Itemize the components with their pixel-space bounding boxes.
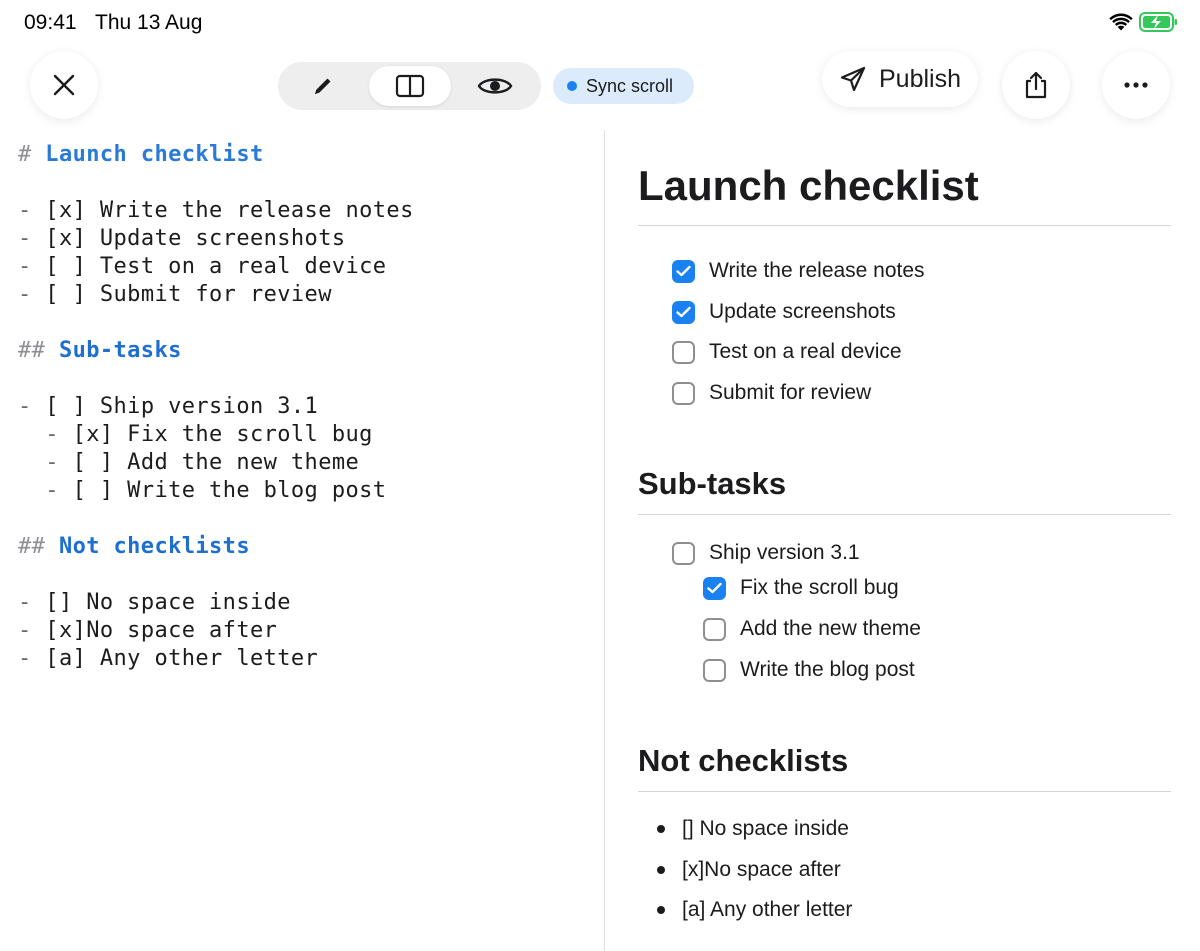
preview-heading-2: Sub-tasks (638, 466, 787, 501)
task-label: Write the release notes (709, 259, 925, 282)
checkbox-unchecked[interactable] (703, 617, 726, 641)
checkmark-icon (676, 306, 691, 318)
task-label: Write the blog post (740, 658, 915, 681)
task-item[interactable]: Write the blog post (703, 658, 915, 682)
task-item[interactable]: Add the new theme (703, 617, 921, 641)
more-button[interactable] (1102, 51, 1170, 119)
share-icon (1025, 71, 1047, 99)
close-button[interactable] (30, 51, 98, 119)
sync-status-dot (567, 81, 577, 91)
checkbox-checked[interactable] (672, 259, 695, 283)
checkbox-unchecked[interactable] (672, 541, 695, 565)
checkmark-icon (707, 582, 722, 594)
wifi-icon (1109, 13, 1133, 31)
task-item[interactable]: Fix the scroll bug (703, 576, 899, 600)
editor-line: - [x]No space after (18, 618, 278, 643)
publish-label: Publish (879, 64, 961, 93)
editor-line: ## Sub-tasks (18, 338, 182, 363)
list-item-label: [x]No space after (682, 858, 841, 881)
editor-line: - [ ] Write the blog post (18, 478, 387, 503)
task-label: Ship version 3.1 (709, 541, 860, 564)
edit-mode-button[interactable] (282, 66, 364, 106)
task-label: Update screenshots (709, 300, 896, 323)
list-item: [] No space inside (657, 817, 849, 841)
heading-rule (638, 791, 1171, 792)
task-item[interactable]: Submit for review (672, 381, 871, 405)
editor-line: - [ ] Ship version 3.1 (18, 394, 319, 419)
sync-scroll-label: Sync scroll (586, 75, 674, 96)
status-date: Thu 13 Aug (95, 11, 203, 34)
split-mode-button[interactable] (369, 66, 451, 106)
list-item: [x]No space after (657, 858, 841, 882)
bullet-dot (657, 825, 665, 833)
task-label: Submit for review (709, 381, 872, 404)
checkbox-unchecked[interactable] (672, 340, 695, 364)
task-item[interactable]: Test on a real device (672, 340, 902, 364)
editor-line: - [x] Update screenshots (18, 226, 346, 251)
pencil-icon (315, 78, 331, 94)
status-time: 09:41 (24, 11, 77, 34)
task-item[interactable]: Ship version 3.1 (672, 541, 860, 565)
battery-charging-icon (1139, 12, 1177, 32)
eye-icon (477, 78, 513, 94)
editor-line: - [ ] Add the new theme (18, 450, 360, 475)
markdown-editor[interactable]: # Launch checklist - [x] Write the relea… (0, 130, 604, 951)
editor-line: - [ ] Submit for review (18, 282, 332, 307)
bullet-dot (657, 866, 665, 874)
share-button[interactable] (1002, 51, 1070, 119)
view-mode-segmented-control (278, 62, 541, 110)
task-label: Add the new theme (740, 617, 921, 640)
editor-line: - [ ] Test on a real device (18, 254, 387, 279)
paper-plane-icon (840, 66, 866, 92)
editor-line: - [] No space inside (18, 590, 291, 615)
close-icon (53, 74, 75, 96)
editor-line: - [x] Fix the scroll bug (18, 422, 373, 447)
checkbox-unchecked[interactable] (703, 658, 726, 682)
task-item[interactable]: Update screenshots (672, 300, 896, 324)
checkbox-checked[interactable] (703, 576, 726, 600)
checkbox-checked[interactable] (672, 300, 695, 324)
editor-line: ## Not checklists (18, 534, 250, 559)
publish-button[interactable]: Publish (822, 51, 978, 107)
sync-scroll-toggle[interactable]: Sync scroll (553, 68, 694, 104)
split-view-icon (395, 74, 425, 98)
status-bar: 09:41 Thu 13 Aug (0, 0, 1200, 46)
heading-rule (638, 225, 1171, 226)
editor-line: # Launch checklist (18, 142, 264, 167)
task-item[interactable]: Write the release notes (672, 259, 925, 283)
preview-heading-1: Launch checklist (638, 162, 979, 209)
checkmark-icon (676, 265, 691, 277)
task-label: Test on a real device (709, 340, 902, 363)
markdown-preview: Launch checklist Write the release notes… (605, 130, 1200, 951)
list-item: [a] Any other letter (657, 898, 852, 922)
checkbox-unchecked[interactable] (672, 381, 695, 405)
heading-rule (638, 514, 1171, 515)
editor-line: - [a] Any other letter (18, 646, 319, 671)
preview-heading-2: Not checklists (638, 743, 849, 778)
bullet-dot (657, 906, 665, 914)
editor-line: - [x] Write the release notes (18, 198, 414, 223)
ellipsis-icon (1124, 82, 1148, 88)
preview-mode-button[interactable] (454, 66, 536, 106)
list-item-label: [a] Any other letter (682, 898, 853, 921)
task-label: Fix the scroll bug (740, 576, 899, 599)
list-item-label: [] No space inside (682, 817, 849, 840)
toolbar: Sync scroll Publish (0, 46, 1200, 130)
